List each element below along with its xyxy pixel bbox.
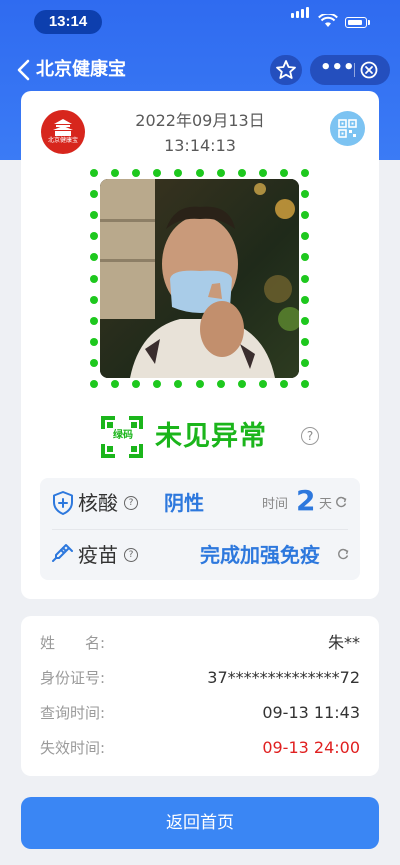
info-label: 身份证号: <box>40 669 106 687</box>
frame-dot <box>90 211 98 220</box>
shield-plus-icon <box>53 491 73 515</box>
frame-dot <box>301 211 309 220</box>
frame-dot <box>301 316 309 325</box>
health-status: 未见异常 <box>155 421 267 452</box>
frame-dot <box>216 380 225 388</box>
info-label: 查询时间: <box>40 704 106 722</box>
capsule-divider <box>354 63 355 77</box>
row-divider <box>52 529 348 530</box>
frame-dot <box>301 358 309 367</box>
syringe-icon <box>52 544 73 562</box>
info-row: 查询时间: 09-13 11:43 <box>40 699 360 727</box>
frame-dot <box>195 380 204 388</box>
info-label: 姓 名: <box>40 634 106 652</box>
status-time: 13:14 <box>34 10 102 34</box>
info-value: 09-13 11:43 <box>262 703 360 722</box>
code-timestamp: 2022年09月13日 13:14:13 <box>111 108 289 158</box>
portrait-image <box>100 179 299 378</box>
code-time: 13:14:13 <box>164 136 236 155</box>
info-row: 身份证号: 37**************72 <box>40 664 360 692</box>
nucleic-days: 2 <box>296 484 316 517</box>
code-date: 2022年09月13日 <box>135 111 265 130</box>
frame-dot <box>153 380 162 388</box>
qr-code-label: 绿码 <box>101 429 145 443</box>
photo-frame <box>90 169 309 388</box>
frame-dot <box>237 169 246 177</box>
logo-text: 北京健康宝 <box>47 137 78 144</box>
app-logo: 北京健康宝 <box>41 110 85 154</box>
frame-dot <box>90 274 98 283</box>
mini-program-capsule: ••• <box>310 55 390 85</box>
frame-dot <box>237 380 246 388</box>
frame-dot <box>301 295 309 304</box>
frame-dot <box>216 169 225 177</box>
frame-dot <box>301 274 309 283</box>
frame-dot <box>301 337 309 346</box>
back-icon[interactable] <box>12 56 38 84</box>
qr-code-icon <box>338 119 357 138</box>
close-icon[interactable] <box>360 61 378 79</box>
frame-dot <box>90 380 98 388</box>
frame-dot <box>90 190 98 199</box>
help-icon[interactable]: ? <box>301 427 319 445</box>
vaccine-label: 疫苗 <box>78 543 118 567</box>
frame-dot <box>111 169 120 177</box>
info-value: 09-13 24:00 <box>262 738 360 757</box>
frame-dot <box>174 169 183 177</box>
qr-code-button[interactable] <box>330 111 365 146</box>
frame-dot <box>90 295 98 304</box>
frame-dot <box>258 380 267 388</box>
info-value: 37**************72 <box>207 668 360 687</box>
temple-icon <box>53 119 73 136</box>
more-button[interactable]: ••• <box>320 55 355 85</box>
nav-bar: 北京健康宝 ••• <box>0 52 400 88</box>
frame-dot <box>153 169 162 177</box>
battery-tip <box>368 20 370 25</box>
frame-dot <box>301 380 309 388</box>
frame-dot <box>90 169 98 177</box>
refresh-icon[interactable] <box>335 496 347 508</box>
health-status-row: 绿码 未见异常 ? <box>99 413 319 461</box>
health-code-card: 北京健康宝 2022年09月13日 13:14:13 绿码 未见异常 ? 核酸 … <box>21 91 379 599</box>
star-icon <box>276 60 296 79</box>
back-home-button[interactable]: 返回首页 <box>21 797 379 849</box>
nucleic-result: 阴性 <box>164 491 204 515</box>
nav-title: 北京健康宝 <box>36 59 126 80</box>
frame-dot <box>174 380 183 388</box>
frame-dot <box>111 380 120 388</box>
wifi-icon <box>318 14 338 27</box>
nucleic-label: 核酸 <box>78 491 118 515</box>
frame-dot <box>301 253 309 262</box>
info-row: 失效时间: 09-13 24:00 <box>40 734 360 762</box>
frame-dot <box>90 337 98 346</box>
frame-dot <box>195 169 204 177</box>
vaccine-help-icon[interactable]: ? <box>124 548 138 562</box>
frame-dot <box>90 253 98 262</box>
frame-dot <box>90 316 98 325</box>
status-bar: 13:14 <box>0 0 400 44</box>
vaccine-status: 完成加强免疫 <box>200 543 320 567</box>
battery-icon <box>345 17 367 28</box>
frame-dot <box>279 380 288 388</box>
frame-dot <box>301 169 309 177</box>
frame-dot <box>90 358 98 367</box>
nucleic-help-icon[interactable]: ? <box>124 496 138 510</box>
user-photo <box>100 179 299 378</box>
frame-dot <box>258 169 267 177</box>
info-row: 姓 名: 朱** <box>40 629 360 657</box>
info-value: 朱** <box>327 633 360 652</box>
frame-dot <box>279 169 288 177</box>
info-label: 失效时间: <box>40 739 106 757</box>
frame-dot <box>301 232 309 241</box>
refresh-icon[interactable] <box>337 548 349 560</box>
frame-dot <box>90 232 98 241</box>
test-info-panel: 核酸 ? 阴性 时间 2 天 疫苗 ? 完成加强免疫 <box>40 478 360 580</box>
frame-dot <box>301 190 309 199</box>
nucleic-time-label: 时间 <box>262 497 289 512</box>
personal-info-card: 姓 名: 朱** 身份证号: 37**************72 查询时间: … <box>21 616 379 776</box>
frame-dot <box>132 169 141 177</box>
favorite-button[interactable] <box>270 55 302 85</box>
frame-dot <box>132 380 141 388</box>
nucleic-days-unit: 天 <box>319 497 333 512</box>
